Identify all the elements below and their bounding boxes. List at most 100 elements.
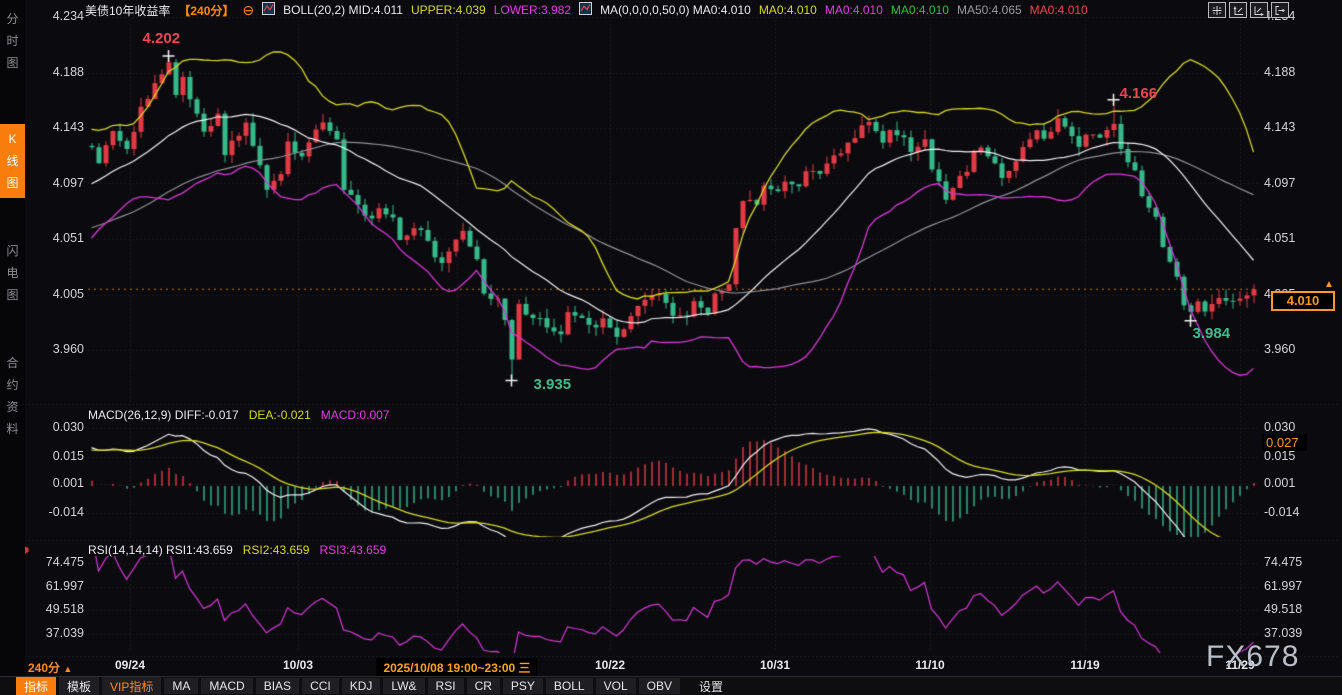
- boll-value: LOWER:3.982: [494, 3, 571, 17]
- price-axis-tick: 4.188: [1264, 65, 1295, 79]
- extreme-price-label: 3.984: [1193, 325, 1231, 342]
- sidebar-item-char: 图: [0, 172, 25, 194]
- sidebar-item-char: 线: [0, 150, 25, 172]
- price-axis-tick: 4.097: [24, 176, 84, 190]
- rsi-axis-tick: 61.997: [1264, 579, 1302, 593]
- x-axis-label: 09/24: [115, 658, 145, 672]
- macd-axis-tick: 0.015: [1264, 449, 1295, 463]
- sidebar-item-char: 约: [0, 374, 25, 396]
- extreme-price-label: 3.935: [534, 376, 572, 393]
- extreme-price-label: 4.166: [1120, 85, 1158, 102]
- time-axis: 09/24 10/03 2025/10/08 19:00~23:00 三 10/22 1…: [0, 657, 1342, 675]
- price-up-arrow-icon: ▲: [1324, 279, 1334, 290]
- page-title: 美债10年收益率: [85, 2, 170, 19]
- macd-axis-tick: 0.030: [1264, 420, 1295, 434]
- price-axis-tick: 4.051: [24, 231, 84, 245]
- footer-btn-RSI[interactable]: RSI: [428, 678, 464, 694]
- x-axis-label: 10/31: [760, 658, 790, 672]
- sidebar-item-char: 资: [0, 396, 25, 418]
- chevron-up-icon: ▲: [63, 664, 72, 674]
- x-axis-label: 10/03: [283, 658, 313, 672]
- current-price-label: 4.010: [1271, 291, 1335, 311]
- rsi-axis-tick: 49.518: [24, 602, 84, 616]
- footer-btn-CR[interactable]: CR: [467, 678, 500, 694]
- chart-header: 美债10年收益率 【240分】 ⊖ BOLL(20,2) MID:4.011 UP…: [85, 1, 1088, 19]
- price-axis-tick: 4.143: [1264, 120, 1295, 134]
- sidebar-item-char: 合: [0, 352, 25, 374]
- watermark: FX678: [1206, 640, 1299, 674]
- boll-value: BOLL(20,2) MID:4.011: [283, 3, 403, 17]
- x-axis-label: 10/22: [595, 658, 625, 672]
- price-axis-tick: 4.188: [24, 65, 84, 79]
- rsi-axis-tick: 74.475: [1264, 555, 1302, 569]
- sidebar-item-char: 闪: [0, 240, 25, 262]
- macd-axis-tick: 0.001: [24, 476, 84, 490]
- rsi-value: RSI(14,14,14) RSI1:43.659: [88, 543, 233, 557]
- period-badge[interactable]: 【240分】: [178, 2, 234, 19]
- footer-btn-PSY[interactable]: PSY: [503, 678, 543, 694]
- price-axis-tick: 4.097: [1264, 176, 1295, 190]
- footer-btn-设置[interactable]: 设置: [691, 677, 731, 695]
- footer-btn-模板[interactable]: 模板: [59, 677, 99, 695]
- price-axis-tick: 4.051: [1264, 231, 1295, 245]
- x-axis-label: 11/19: [1070, 658, 1099, 672]
- macd-axis-tick: 0.030: [24, 420, 84, 434]
- macd-header: MACD(26,12,9) DIFF:-0.017DEA:-0.021MACD:…: [88, 408, 389, 422]
- ma-value: MA(0,0,0,0,50,0) MA0:4.010: [600, 3, 751, 17]
- trading-app: 分时图K线图闪电图合约资料 美债10年收益率 【240分】 ⊖ BOLL(20,…: [0, 0, 1342, 695]
- boll-icon: [262, 2, 275, 18]
- price-axis-tick: 3.960: [24, 342, 84, 356]
- ma-value: MA0:4.010: [891, 3, 949, 17]
- footer-btn-VOL[interactable]: VOL: [596, 678, 636, 694]
- rsi-axis-tick: 37.039: [24, 626, 84, 640]
- pan-icon[interactable]: [1208, 2, 1226, 18]
- ma-value: MA0:4.010: [825, 3, 883, 17]
- zoom-out-icon[interactable]: ⊖: [242, 2, 254, 19]
- indicator-toolbar: 指标模板VIP指标MAMACDBIASCCIKDJLW&RSICRPSYBOLL…: [0, 676, 1342, 695]
- x-axis-label: 2025/10/08 19:00~23:00 三: [376, 658, 537, 677]
- window-controls: [1208, 2, 1289, 18]
- sidebar-item-char: 料: [0, 418, 25, 440]
- footer-btn-指标[interactable]: 指标: [16, 677, 56, 695]
- sidebar-item-char: K: [0, 128, 25, 150]
- sidebar-item-分时图[interactable]: 分时图: [0, 4, 25, 78]
- price-axis-tick: 4.005: [24, 287, 84, 301]
- x-zoom-icon[interactable]: [1250, 2, 1268, 18]
- rsi-header: RSI(14,14,14) RSI1:43.659RSI2:43.659RSI3…: [88, 543, 386, 557]
- footer-btn-BOLL[interactable]: BOLL: [546, 678, 593, 694]
- ma-value: MA0:4.010: [759, 3, 817, 17]
- sidebar-item-闪电图[interactable]: 闪电图: [0, 236, 25, 310]
- sidebar-item-char: 分: [0, 8, 25, 30]
- footer-btn-VIP指标[interactable]: VIP指标: [102, 677, 161, 695]
- footer-btn-OBV[interactable]: OBV: [639, 678, 680, 694]
- rsi-axis-tick: 49.518: [1264, 602, 1302, 616]
- footer-btn-KDJ[interactable]: KDJ: [342, 678, 381, 694]
- rsi-axis-tick: 74.475: [24, 555, 84, 569]
- macd-value: MACD(26,12,9) DIFF:-0.017: [88, 408, 239, 422]
- footer-btn-MACD[interactable]: MACD: [201, 678, 252, 694]
- macd-axis-tick: -0.014: [1264, 505, 1299, 519]
- macd-axis-tick: -0.014: [24, 505, 84, 519]
- sidebar-item-K线图[interactable]: K线图: [0, 124, 25, 198]
- macd-value-label: 0.027: [1262, 434, 1307, 451]
- ma-value: MA0:4.010: [1030, 3, 1088, 17]
- ma-icon: [579, 2, 592, 18]
- extreme-price-label: 4.202: [143, 30, 181, 47]
- sidebar-item-char: 图: [0, 52, 25, 74]
- footer-btn-LW&[interactable]: LW&: [383, 678, 424, 694]
- footer-btn-CCI[interactable]: CCI: [302, 678, 339, 694]
- exit-fullscreen-icon[interactable]: [1271, 2, 1289, 18]
- boll-value: UPPER:4.039: [411, 3, 486, 17]
- sidebar-item-char: 图: [0, 284, 25, 306]
- timeframe-selector[interactable]: 240分 ▲: [28, 659, 72, 676]
- sidebar-item-合约资料[interactable]: 合约资料: [0, 348, 25, 444]
- footer-btn-MA[interactable]: MA: [164, 678, 198, 694]
- footer-btn-BIAS[interactable]: BIAS: [256, 678, 299, 694]
- chart-canvas[interactable]: [0, 0, 1342, 695]
- boll-readout: BOLL(20,2) MID:4.011 UPPER:4.039 LOWER:3.9…: [283, 3, 571, 17]
- macd-value: DEA:-0.021: [249, 408, 311, 422]
- y-zoom-icon[interactable]: [1229, 2, 1247, 18]
- price-axis-tick: 3.960: [1264, 342, 1295, 356]
- sidebar-item-char: 时: [0, 30, 25, 52]
- rsi-value: RSI2:43.659: [243, 543, 310, 557]
